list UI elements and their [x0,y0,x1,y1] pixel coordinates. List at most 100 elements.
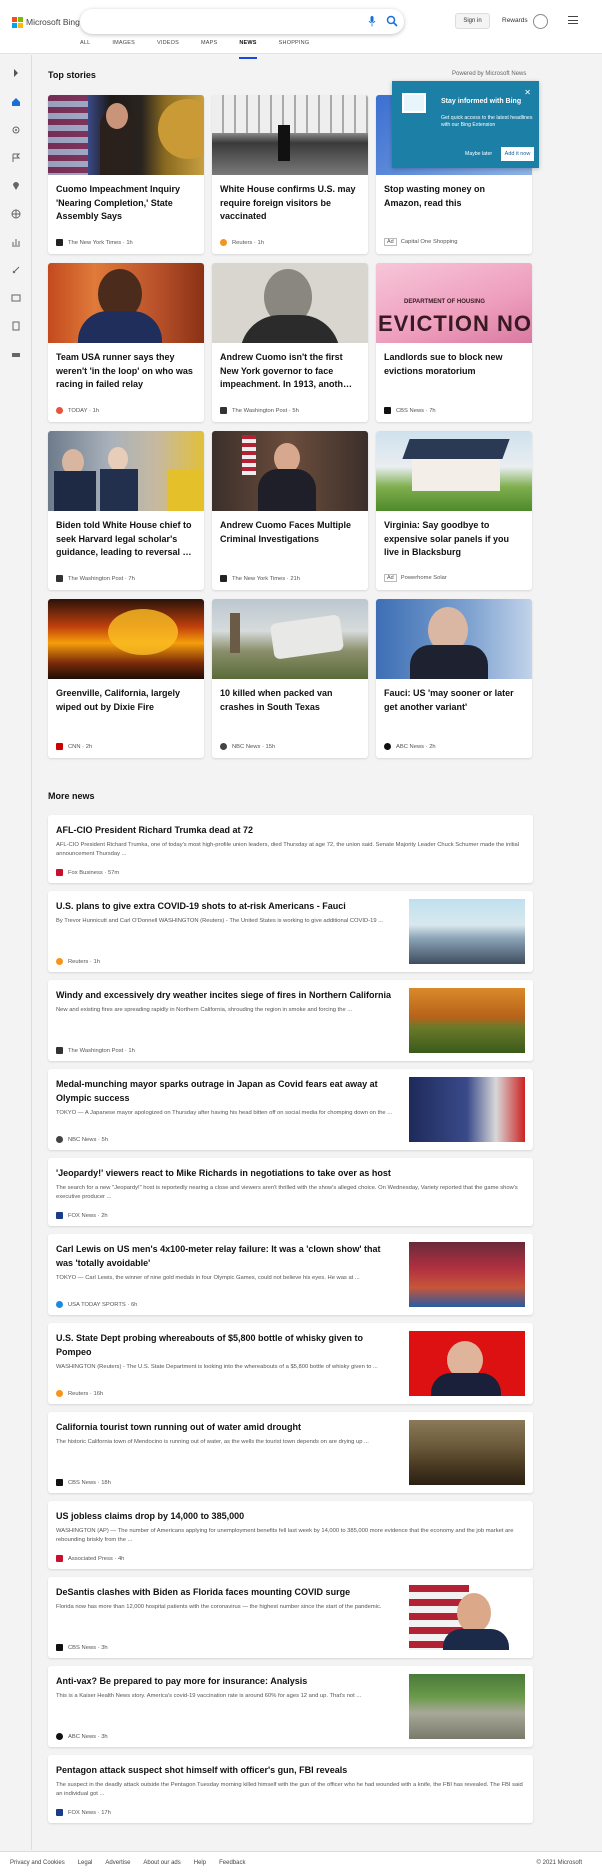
story-card[interactable]: 10 killed when packed van crashes in Sou… [212,599,368,758]
flag-icon[interactable] [11,153,21,163]
news-title[interactable]: California tourist town running out of w… [56,1421,399,1435]
story-card[interactable]: Team USA runner says they weren't 'in th… [48,263,204,422]
news-row[interactable]: US jobless claims drop by 14,000 to 385,… [48,1501,533,1569]
entertainment-icon[interactable] [11,293,21,303]
news-title[interactable]: Windy and excessively dry weather incite… [56,989,399,1003]
story-title[interactable]: Andrew Cuomo isn't the first New York go… [220,351,360,392]
tab-maps[interactable]: MAPS [201,40,217,54]
sign-in-button[interactable]: Sign in [455,13,490,29]
source-logo-icon [56,1733,63,1740]
story-card[interactable]: Andrew Cuomo Faces Multiple Criminal Inv… [212,431,368,590]
story-title[interactable]: Fauci: US 'may sooner or later get anoth… [384,687,524,714]
rocket-icon[interactable] [11,265,21,275]
news-row[interactable]: 'Jeopardy!' viewers react to Mike Richar… [48,1158,533,1226]
science-icon[interactable] [11,125,21,135]
story-title[interactable]: Team USA runner says they weren't 'in th… [56,351,196,392]
rewards-icon[interactable] [533,14,548,29]
expand-chevron-icon[interactable] [11,68,21,78]
microphone-icon[interactable] [368,16,376,27]
source-name: NBC News [232,743,261,750]
news-title[interactable]: Medal-munching mayor sparks outrage in J… [56,1078,399,1105]
story-title[interactable]: Andrew Cuomo Faces Multiple Criminal Inv… [220,519,360,546]
tab-videos[interactable]: VIDEOS [157,40,179,54]
globe-icon[interactable] [11,209,21,219]
chart-icon[interactable] [11,237,21,247]
story-title[interactable]: Cuomo Impeachment Inquiry 'Nearing Compl… [56,183,196,224]
source-name: Capital One Shopping [400,239,458,245]
bing-logo[interactable]: Microsoft Bing [12,15,80,29]
news-row[interactable]: U.S. State Dept probing whereabouts of $… [48,1323,533,1404]
news-row[interactable]: Carl Lewis on US men's 4x100-meter relay… [48,1234,533,1315]
story-image [376,599,532,679]
news-row[interactable]: U.S. plans to give extra COVID-19 shots … [48,891,533,972]
hamburger-menu-icon[interactable] [568,16,578,25]
story-title[interactable]: Stop wasting money on Amazon, read this [384,183,524,210]
location-pin-icon[interactable] [11,181,21,191]
news-title[interactable]: DeSantis clashes with Biden as Florida f… [56,1586,399,1600]
news-row[interactable]: Medal-munching mayor sparks outrage in J… [48,1069,533,1150]
extension-illustration-icon [402,93,426,113]
news-row[interactable]: Anti-vax? Be prepared to pay more for in… [48,1666,533,1747]
tab-all[interactable]: ALL [80,40,90,54]
story-card[interactable]: Fauci: US 'may sooner or later get anoth… [376,599,532,758]
news-time: 17h [101,1809,111,1816]
story-title[interactable]: Virginia: Say goodbye to expensive solar… [384,519,524,560]
search-icon[interactable] [386,15,398,27]
news-title[interactable]: Anti-vax? Be prepared to pay more for in… [56,1675,399,1689]
footer-link-about-ads[interactable]: About our ads [143,1860,180,1866]
news-summary: TOKYO — Carl Lewis, the winner of nine g… [56,1275,360,1281]
footer-link-advertise[interactable]: Advertise [105,1860,130,1866]
footer-link-legal[interactable]: Legal [78,1860,93,1866]
search-box[interactable] [80,9,404,34]
footer-link-feedback[interactable]: Feedback [219,1860,245,1866]
ad-badge: Ad [384,574,397,582]
news-thumbnail [409,1242,525,1307]
news-title[interactable]: U.S. State Dept probing whereabouts of $… [56,1332,399,1359]
story-title[interactable]: Biden told White House chief to seek Har… [56,519,196,560]
story-title[interactable]: Greenville, California, largely wiped ou… [56,687,196,714]
story-card[interactable]: DEPARTMENT OF HOUSING EVICTION NOTIC Lan… [376,263,532,422]
news-title[interactable]: 'Jeopardy!' viewers react to Mike Richar… [56,1167,525,1181]
add-it-now-button[interactable]: Add it now [501,147,534,161]
footer-link-help[interactable]: Help [194,1860,206,1866]
image-caption-housing: DEPARTMENT OF HOUSING [404,299,485,305]
news-row[interactable]: Windy and excessively dry weather incite… [48,980,533,1061]
news-row[interactable]: Pentagon attack suspect shot himself wit… [48,1755,533,1823]
maybe-later-button[interactable]: Maybe later [465,151,492,157]
story-card[interactable]: White House confirms U.S. may require fo… [212,95,368,254]
news-title[interactable]: US jobless claims drop by 14,000 to 385,… [56,1510,525,1524]
search-input[interactable] [92,14,342,29]
story-card[interactable]: Andrew Cuomo isn't the first New York go… [212,263,368,422]
story-image [48,263,204,343]
news-row[interactable]: California tourist town running out of w… [48,1412,533,1493]
tab-shopping[interactable]: SHOPPING [279,40,310,54]
news-time: 18h [101,1479,111,1486]
story-title[interactable]: 10 killed when packed van crashes in Sou… [220,687,360,714]
home-icon[interactable] [11,97,21,107]
news-title[interactable]: AFL-CIO President Richard Trumka dead at… [56,824,525,838]
powered-by-label[interactable]: Powered by Microsoft News [452,71,526,77]
close-icon[interactable]: ✕ [524,88,531,97]
tab-images[interactable]: IMAGES [112,40,135,54]
story-card[interactable]: Cuomo Impeachment Inquiry 'Nearing Compl… [48,95,204,254]
story-source: TODAY · 1h [56,407,99,414]
building-icon[interactable] [11,321,21,331]
story-time: 1h [257,239,264,246]
tab-news[interactable]: NEWS [239,40,257,59]
news-row[interactable]: AFL-CIO President Richard Trumka dead at… [48,815,533,883]
rewards-label[interactable]: Rewards [502,17,528,24]
story-title[interactable]: White House confirms U.S. may require fo… [220,183,360,224]
story-title[interactable]: Landlords sue to block new evictions mor… [384,351,524,378]
story-card[interactable]: Biden told White House chief to seek Har… [48,431,204,590]
news-title[interactable]: Pentagon attack suspect shot himself wit… [56,1764,525,1778]
footer-link-privacy[interactable]: Privacy and Cookies [10,1860,65,1866]
news-thumbnail [409,988,525,1053]
news-row[interactable]: DeSantis clashes with Biden as Florida f… [48,1577,533,1658]
story-card[interactable]: Virginia: Say goodbye to expensive solar… [376,431,532,590]
news-title[interactable]: U.S. plans to give extra COVID-19 shots … [56,900,399,914]
source-name: FOX News [68,1809,97,1816]
car-icon[interactable] [11,349,21,359]
story-card[interactable]: Greenville, California, largely wiped ou… [48,599,204,758]
source-name: Fox Business [68,869,103,876]
news-title[interactable]: Carl Lewis on US men's 4x100-meter relay… [56,1243,399,1270]
